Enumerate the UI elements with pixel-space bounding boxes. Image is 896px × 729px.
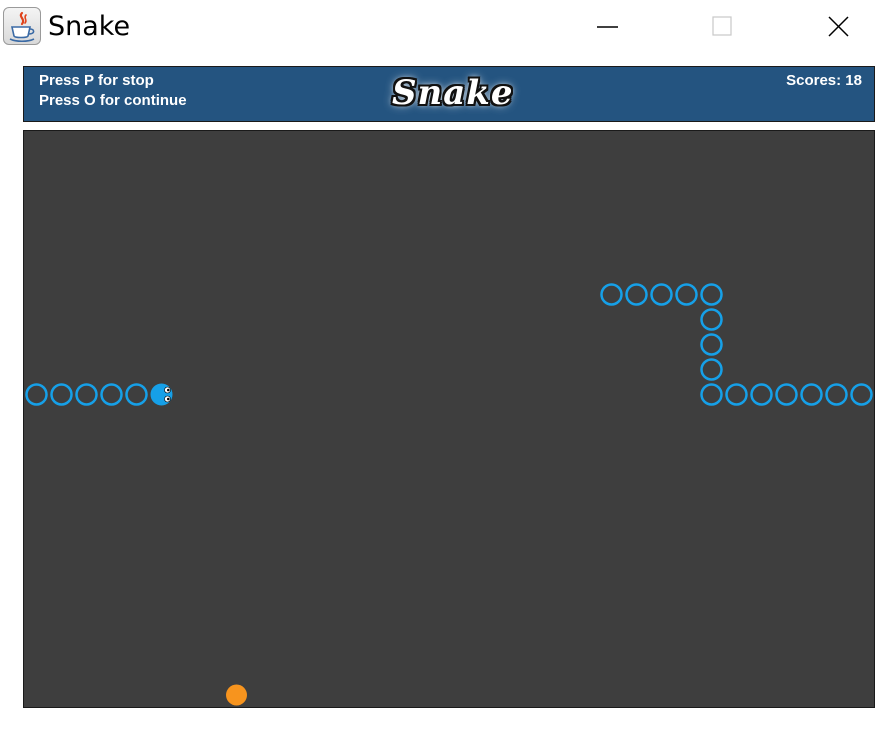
food-pellet [226,684,247,706]
wall-segment [700,308,723,331]
title-bar[interactable]: Snake [0,0,896,54]
game-header: Press P for stop Press O for continue Sn… [23,66,875,122]
close-icon [828,16,849,37]
window-title: Snake [48,11,131,42]
hint-stop: Press P for stop [39,72,154,89]
snake-pupil [167,388,170,392]
app-window: Snake Press P for stop Press O for conti… [0,0,896,729]
snake-body-segment [50,383,73,406]
snake-logo: Snake [392,73,514,113]
close-button[interactable] [810,0,868,54]
snake-pupil [167,397,170,401]
snake-body-segment [25,383,48,406]
wall-segment [750,383,773,406]
minimize-icon [597,26,618,28]
wall-segment [850,383,873,406]
snake-body-segment [125,383,148,406]
wall-segment [700,383,723,406]
hint-continue: Press O for continue [39,92,187,109]
wall-segment [625,283,648,306]
wall-segment [700,333,723,356]
score-display: Scores: 18 [786,72,862,89]
wall-segment [725,383,748,406]
maximize-button[interactable] [693,0,751,54]
board-canvas [25,283,873,706]
wall-segment [775,383,798,406]
java-coffee-cup-icon[interactable] [3,7,41,45]
snake-body-segment [100,383,123,406]
wall-segment [825,383,848,406]
wall-segment [800,383,823,406]
wall-segment [675,283,698,306]
maximize-icon [712,16,732,36]
minimize-button[interactable] [578,0,636,54]
wall-segment [700,283,723,306]
snake-body-segment [75,383,98,406]
wall-segment [650,283,673,306]
game-board[interactable] [23,130,875,708]
wall-segment [600,283,623,306]
wall-segment [700,358,723,381]
snake-head [150,383,173,406]
